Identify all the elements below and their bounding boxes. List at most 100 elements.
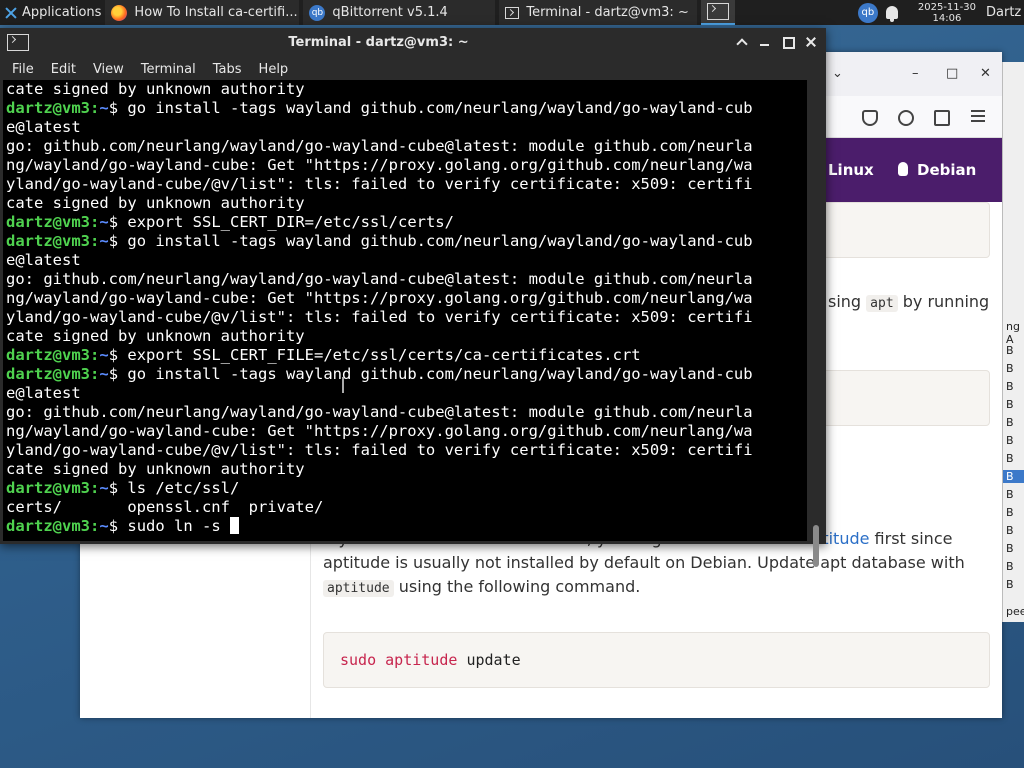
terminal-output-line: certs/ openssl.cnf private/ (6, 498, 324, 516)
terminal-prompt-line: dartz@vm3:~$ export SSL_CERT_DIR=/etc/ss… (6, 213, 807, 232)
user-menu[interactable]: Dartz (986, 5, 1024, 20)
qbt-torrent-row[interactable]: B (1006, 506, 1014, 519)
prompt-user: dartz@vm3 (6, 365, 90, 383)
menu-view[interactable]: View (93, 62, 124, 77)
menu-tabs[interactable]: Tabs (213, 62, 242, 77)
qbt-torrent-row[interactable]: B (1006, 434, 1014, 447)
qbt-torrent-row[interactable]: B (1006, 542, 1014, 555)
command-text: export SSL_CERT_DIR=/etc/ssl/certs/ (127, 213, 454, 231)
code-line: sudo aptitude update (340, 651, 521, 669)
terminal-icon (505, 6, 520, 19)
clock-date: 2025-11-30 (917, 1, 976, 13)
qbt-column-header[interactable]: ng A (1006, 320, 1024, 346)
taskbar-item-label: Terminal - dartz@vm3: ~ (526, 5, 689, 20)
terminal-output-line: ng/wayland/go-wayland-cube: Get "https:/… (6, 156, 753, 174)
prompt-user: dartz@vm3 (6, 99, 90, 117)
pocket-icon[interactable] (862, 110, 878, 126)
prompt-path: ~ (99, 232, 109, 250)
tab-list-chevron-icon[interactable]: ⌄ (832, 66, 843, 81)
code-arg: update (466, 651, 521, 669)
notification-bell-icon[interactable] (885, 6, 898, 22)
qbt-torrent-row[interactable]: B (1003, 470, 1024, 483)
taskbar-item-firefox[interactable]: How To Install ca-certifi... (105, 0, 300, 25)
terminal-output-line: ng/wayland/go-wayland-cube: Get "https:/… (6, 289, 753, 307)
text-line: aptitude is usually not installed by def… (323, 553, 965, 572)
command-text: go install -tags wayland github.com/neur… (127, 232, 753, 250)
minimize-button[interactable] (757, 33, 773, 51)
menu-file[interactable]: File (12, 62, 34, 77)
qbt-torrent-row[interactable]: B (1006, 416, 1014, 429)
text-cursor (230, 517, 240, 534)
account-icon[interactable] (898, 110, 914, 126)
shade-up-icon[interactable] (734, 33, 750, 51)
terminal-title: Terminal - dartz@vm3: ~ (288, 35, 469, 50)
browser-minimize-button[interactable]: – (912, 66, 919, 81)
terminal-prompt-line: dartz@vm3:~$ go install -tags wayland gi… (6, 232, 807, 251)
tray-qbittorrent-icon[interactable]: qb (857, 2, 878, 23)
terminal-output[interactable]: cate signed by unknown authority dartz@vm… (3, 80, 807, 541)
clock[interactable]: 2025-11-30 14:06 (918, 2, 976, 24)
terminal-output-line: cate signed by unknown authority (6, 80, 305, 98)
terminal-output-line: e@latest (6, 118, 81, 136)
scrollbar-thumb[interactable] (813, 525, 819, 567)
terminal-output-line: cate signed by unknown authority (6, 327, 305, 345)
prompt-separator: : (90, 346, 100, 364)
qbt-torrent-row[interactable]: B (1006, 380, 1014, 393)
prompt-path: ~ (99, 99, 109, 117)
launcher-terminal[interactable] (701, 0, 736, 25)
qbt-torrent-row[interactable]: B (1006, 578, 1014, 591)
prompt-path: ~ (99, 346, 109, 364)
taskbar-item-label: How To Install ca-certifi... (134, 5, 298, 20)
menu-help[interactable]: Help (259, 62, 289, 77)
menu-terminal[interactable]: Terminal (141, 62, 196, 77)
browser-close-button[interactable]: ✕ (980, 66, 991, 81)
text-span: sing (828, 292, 862, 311)
prompt-user: dartz@vm3 (6, 213, 90, 231)
applications-menu-button[interactable]: Applications (0, 0, 105, 25)
inline-code-apt: apt (866, 295, 898, 312)
top-panel: Applications How To Install ca-certifi..… (0, 0, 1024, 25)
taskbar-item-terminal[interactable]: Terminal - dartz@vm3: ~ (499, 0, 698, 25)
qbt-torrent-row[interactable]: B (1006, 344, 1014, 357)
hamburger-menu-icon[interactable] (971, 110, 985, 122)
terminal-titlebar[interactable]: Terminal - dartz@vm3: ~ (0, 28, 826, 58)
terminal-output-line: e@latest (6, 384, 81, 402)
terminal-launcher-icon (707, 3, 730, 20)
mouse-ibeam-cursor (342, 377, 344, 393)
terminal-output-line: yland/go-wayland-cube/@v/list": tls: fai… (6, 175, 753, 193)
terminal-output-line: cate signed by unknown authority (6, 194, 305, 212)
firefox-icon (111, 4, 128, 21)
code-keyword: sudo aptitude (340, 651, 458, 669)
qbt-torrent-row[interactable]: B (1006, 488, 1014, 501)
menu-edit[interactable]: Edit (51, 62, 76, 77)
text-span: by running (902, 292, 990, 311)
browser-maximize-button[interactable]: □ (946, 66, 958, 81)
nav-link-linux[interactable]: Linux (828, 161, 874, 179)
extensions-icon[interactable] (934, 110, 950, 126)
terminal-menubar: File Edit View Terminal Tabs Help (0, 58, 826, 80)
terminal-output-line: go: github.com/neurlang/wayland/go-wayla… (6, 137, 753, 155)
terminal-output-line: ng/wayland/go-wayland-cube: Get "https:/… (6, 422, 753, 440)
qbt-torrent-row[interactable]: B (1006, 362, 1014, 375)
close-button[interactable] (803, 33, 819, 51)
prompt-user: dartz@vm3 (6, 232, 90, 250)
terminal-output-line: go: github.com/neurlang/wayland/go-wayla… (6, 403, 753, 421)
terminal-prompt-line: dartz@vm3:~$ sudo ln -s (6, 517, 807, 536)
terminal-output-line: e@latest (6, 251, 81, 269)
qbt-torrent-row[interactable]: B (1006, 452, 1014, 465)
maximize-button[interactable] (780, 33, 796, 51)
terminal-scrollbar[interactable] (807, 80, 823, 567)
terminal-prompt-line: dartz@vm3:~$ go install -tags wayland gi… (6, 365, 807, 384)
prompt-separator: : (90, 232, 100, 250)
code-block-command: sudo aptitude update (323, 632, 990, 688)
qbt-torrent-row[interactable]: B (1006, 560, 1014, 573)
prompt-user: dartz@vm3 (6, 517, 90, 535)
prompt-user: dartz@vm3 (6, 346, 90, 364)
text-span: first since (874, 529, 953, 548)
qbt-torrent-row[interactable]: B (1006, 524, 1014, 537)
prompt-symbol: $ (108, 213, 128, 231)
command-text: go install -tags wayland github.com/neur… (127, 99, 753, 117)
qbt-torrent-row[interactable]: B (1006, 398, 1014, 411)
nav-link-debian[interactable]: Debian (917, 161, 976, 179)
taskbar-item-qbittorrent[interactable]: qb qBittorrent v5.1.4 (303, 0, 496, 25)
